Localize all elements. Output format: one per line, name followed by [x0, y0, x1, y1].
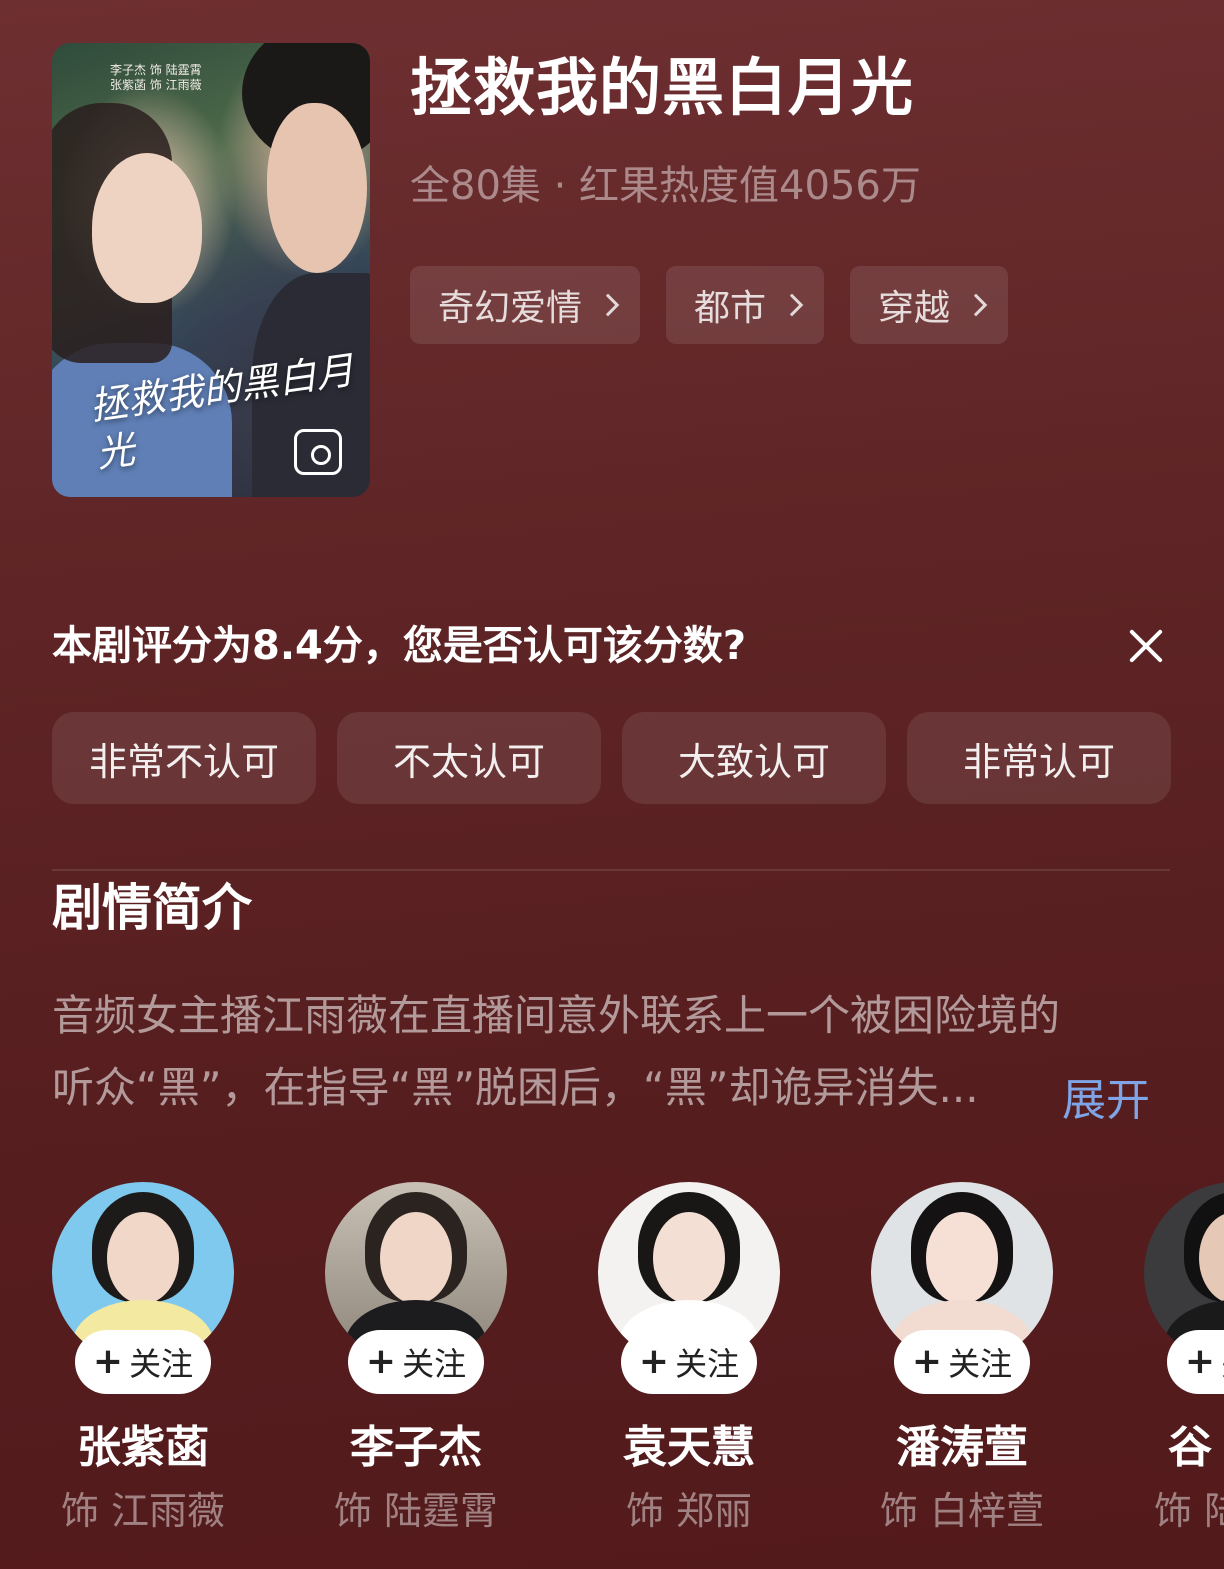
- expand-synopsis-link[interactable]: 展开: [1062, 1072, 1150, 1130]
- follow-button[interactable]: + 关注: [621, 1330, 757, 1394]
- avatar-face: [107, 1212, 179, 1304]
- rating-options: 非常不认可 不太认可 大致认可 非常认可: [52, 712, 1171, 804]
- photo-icon[interactable]: [294, 429, 342, 475]
- show-poster[interactable]: 李子杰 饰 陆霆霄 张紫菡 饰 江雨薇 拯救我的黑白月光: [52, 43, 370, 497]
- cast-member[interactable]: + 关注 李子杰 饰 陆霆霄: [325, 1182, 507, 1569]
- poster-figure-face: [92, 153, 202, 303]
- follow-button[interactable]: + 关注: [894, 1330, 1030, 1394]
- avatar-face: [380, 1212, 452, 1304]
- genre-tag-label: 穿越: [878, 288, 951, 329]
- genre-tag-label: 都市: [694, 288, 767, 329]
- section-divider: [52, 869, 1170, 871]
- actor-name: 潘涛萱: [896, 1422, 1028, 1473]
- show-title: 拯救我的黑白月光: [410, 51, 915, 124]
- genre-tag[interactable]: 穿越: [850, 266, 1009, 344]
- actor-role: 饰 陆霆霄: [333, 1489, 499, 1533]
- actor-name: 李子杰: [350, 1422, 482, 1473]
- rating-option-strongly-agree[interactable]: 非常认可: [907, 712, 1171, 804]
- avatar-face: [926, 1212, 998, 1304]
- chevron-right-icon: [596, 293, 620, 317]
- actor-role: 饰 郑丽: [625, 1489, 753, 1533]
- follow-label: 关注: [129, 1345, 194, 1383]
- genre-tag[interactable]: 奇幻爱情: [410, 266, 641, 344]
- show-meta: 全80集 · 红果热度值4056万: [410, 163, 921, 209]
- cast-member[interactable]: + 关注 张紫菡 饰 江雨薇: [52, 1182, 234, 1569]
- actor-role: 饰 陆: [1154, 1489, 1224, 1533]
- poster-credits: 李子杰 饰 陆霆霄 张紫菡 饰 江雨薇: [110, 63, 202, 92]
- chevron-right-icon: [780, 293, 804, 317]
- plus-icon: +: [638, 1341, 670, 1382]
- actor-name: 谷: [1168, 1422, 1212, 1473]
- synopsis-text-line: 听众“黑”，在指导“黑”脱困后，“黑”却诡异消失...: [52, 1063, 979, 1112]
- follow-label: 关注: [948, 1345, 1013, 1383]
- poster-figure-face: [267, 103, 367, 273]
- actor-name: 张紫菡: [77, 1422, 209, 1473]
- plus-icon: +: [365, 1341, 397, 1382]
- synopsis-text-line: 音频女主播江雨薇在直播间意外联系上一个被困险境的: [52, 991, 1061, 1040]
- actor-role: 饰 白梓萱: [879, 1489, 1045, 1533]
- plus-icon: +: [1184, 1341, 1216, 1382]
- plus-icon: +: [911, 1341, 943, 1382]
- follow-label: 关注: [675, 1345, 740, 1383]
- avatar-face: [653, 1212, 725, 1304]
- follow-button[interactable]: + 关注: [1167, 1330, 1224, 1394]
- cast-member[interactable]: + 关注 谷 饰 陆: [1144, 1182, 1224, 1569]
- rating-option-agree[interactable]: 大致认可: [622, 712, 886, 804]
- actor-role: 饰 江雨薇: [60, 1489, 226, 1533]
- follow-label: 关注: [402, 1345, 467, 1383]
- plus-icon: +: [92, 1341, 124, 1382]
- genre-tags: 奇幻爱情 都市 穿越: [410, 266, 1009, 344]
- cast-member[interactable]: + 关注 潘涛萱 饰 白梓萱: [871, 1182, 1053, 1569]
- follow-button[interactable]: + 关注: [348, 1330, 484, 1394]
- close-icon[interactable]: [1122, 622, 1170, 670]
- genre-tag-label: 奇幻爱情: [438, 288, 583, 329]
- rating-option-strongly-disagree[interactable]: 非常不认可: [52, 712, 316, 804]
- actor-name: 袁天慧: [623, 1422, 755, 1473]
- rating-option-disagree[interactable]: 不太认可: [337, 712, 601, 804]
- chevron-right-icon: [964, 293, 988, 317]
- rating-question: 本剧评分为8.4分，您是否认可该分数?: [52, 623, 747, 669]
- synopsis-title: 剧情简介: [52, 879, 252, 937]
- cast-list: + 关注 张紫菡 饰 江雨薇 + 关注 李子杰 饰 陆霆霄 + 关注 袁天慧 饰…: [52, 1182, 1224, 1569]
- follow-button[interactable]: + 关注: [75, 1330, 211, 1394]
- cast-member[interactable]: + 关注 袁天慧 饰 郑丽: [598, 1182, 780, 1569]
- genre-tag[interactable]: 都市: [666, 266, 825, 344]
